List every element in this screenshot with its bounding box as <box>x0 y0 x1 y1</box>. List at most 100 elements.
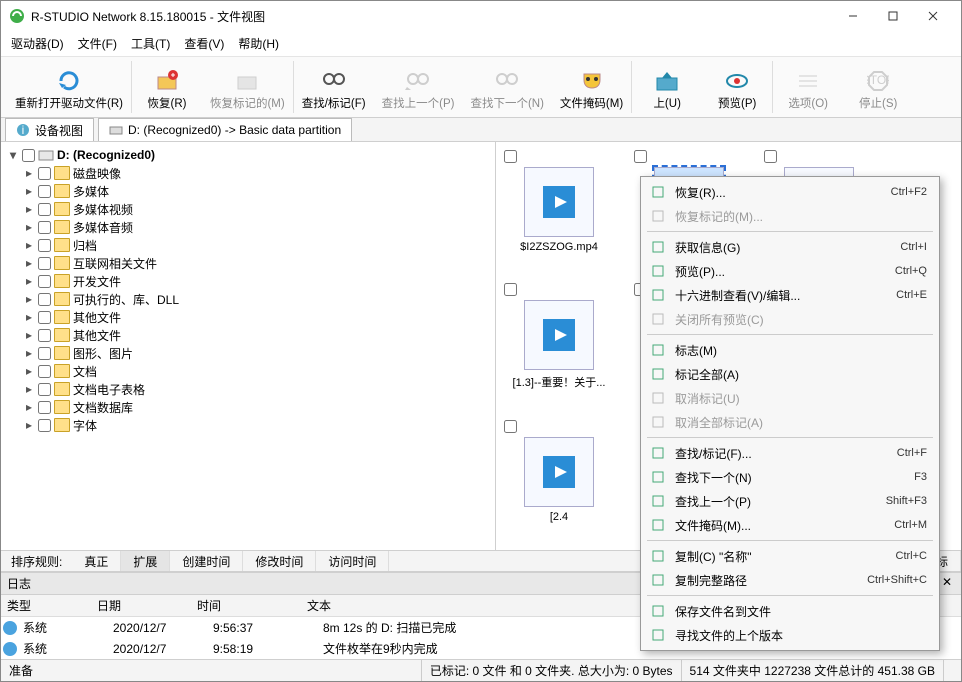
file-checkbox[interactable] <box>634 150 647 163</box>
sort-real[interactable]: 真正 <box>72 551 121 571</box>
file-checkbox[interactable] <box>504 283 517 296</box>
collapse-icon[interactable]: ▾ <box>7 148 19 162</box>
expand-icon[interactable]: ▸ <box>23 220 35 234</box>
tool-find-next[interactable]: 查找下一个(N) <box>462 61 551 113</box>
tree-checkbox[interactable] <box>38 275 51 288</box>
expand-icon[interactable]: ▸ <box>23 202 35 216</box>
tree-item[interactable]: ▸多媒体 <box>1 182 495 200</box>
expand-icon[interactable]: ▸ <box>23 328 35 342</box>
tree-checkbox[interactable] <box>22 149 35 162</box>
expand-icon[interactable]: ▸ <box>23 274 35 288</box>
folder-tree[interactable]: ▾ D: (Recognized0) ▸磁盘映像▸多媒体▸多媒体视频▸多媒体音频… <box>1 142 496 550</box>
tool-reopen[interactable]: 重新打开驱动文件(R) <box>7 61 131 113</box>
status-resize-grip[interactable] <box>943 660 961 681</box>
tool-stop[interactable]: STOP停止(S) <box>843 61 913 113</box>
expand-icon[interactable]: ▸ <box>23 238 35 252</box>
menu-view[interactable]: 查看(V) <box>184 35 224 52</box>
tree-checkbox[interactable] <box>38 311 51 324</box>
tree-checkbox[interactable] <box>38 239 51 252</box>
tool-find-prev[interactable]: 查找上一个(P) <box>374 61 463 113</box>
tree-item[interactable]: ▸多媒体视频 <box>1 200 495 218</box>
menu-item-find-prev[interactable]: 查找上一个(P)Shift+F3 <box>643 489 937 513</box>
menu-item-mark[interactable]: 标志(M) <box>643 338 937 362</box>
find-icon <box>649 446 667 460</box>
tree-root[interactable]: ▾ D: (Recognized0) <box>1 146 495 164</box>
expand-icon[interactable]: ▸ <box>23 382 35 396</box>
tool-mask[interactable]: 文件掩码(M) <box>552 61 631 113</box>
tree-checkbox[interactable] <box>38 329 51 342</box>
close-button[interactable] <box>913 2 953 30</box>
file-checkbox[interactable] <box>504 420 517 433</box>
menu-item-save[interactable]: 保存文件名到文件 <box>643 599 937 623</box>
expand-icon[interactable]: ▸ <box>23 292 35 306</box>
tree-checkbox[interactable] <box>38 185 51 198</box>
menu-item-find[interactable]: 查找/标记(F)...Ctrl+F <box>643 441 937 465</box>
expand-icon[interactable]: ▸ <box>23 166 35 180</box>
menu-file[interactable]: 文件(F) <box>78 35 117 52</box>
menu-item-mask[interactable]: 文件掩码(M)...Ctrl+M <box>643 513 937 537</box>
tree-checkbox[interactable] <box>38 203 51 216</box>
file-thumb[interactable]: [1.3]--重要！关于... <box>504 283 614 390</box>
menu-item-previous[interactable]: 寻找文件的上个版本 <box>643 623 937 647</box>
sort-ctime[interactable]: 创建时间 <box>170 551 243 571</box>
menu-help[interactable]: 帮助(H) <box>238 35 279 52</box>
expand-icon[interactable]: ▸ <box>23 418 35 432</box>
tree-item[interactable]: ▸其他文件 <box>1 326 495 344</box>
menu-item-mark-all[interactable]: 标记全部(A) <box>643 362 937 386</box>
tab-path[interactable]: D: (Recognized0) -> Basic data partition <box>98 118 352 141</box>
menu-item-find-next[interactable]: 查找下一个(N)F3 <box>643 465 937 489</box>
tree-item[interactable]: ▸可执行的、库、DLL <box>1 290 495 308</box>
tree-checkbox[interactable] <box>38 167 51 180</box>
tree-checkbox[interactable] <box>38 221 51 234</box>
tool-recover-marked[interactable]: 恢复标记的(M) <box>202 61 293 113</box>
tree-checkbox[interactable] <box>38 401 51 414</box>
expand-icon[interactable]: ▸ <box>23 364 35 378</box>
tree-item[interactable]: ▸图形、图片 <box>1 344 495 362</box>
tab-device-view[interactable]: i 设备视图 <box>5 118 94 141</box>
menu-item-copy-path[interactable]: 复制完整路径Ctrl+Shift+C <box>643 568 937 592</box>
tree-item[interactable]: ▸文档数据库 <box>1 398 495 416</box>
sort-ext[interactable]: 扩展 <box>121 551 170 571</box>
tool-preview[interactable]: 预览(P) <box>702 61 772 113</box>
expand-icon[interactable]: ▸ <box>23 184 35 198</box>
menu-item-copy[interactable]: 复制(C) "名称"Ctrl+C <box>643 544 937 568</box>
menu-tools[interactable]: 工具(T) <box>131 35 170 52</box>
tree-checkbox[interactable] <box>38 257 51 270</box>
tree-checkbox[interactable] <box>38 347 51 360</box>
menu-item-info[interactable]: 获取信息(G)Ctrl+I <box>643 235 937 259</box>
tree-item[interactable]: ▸开发文件 <box>1 272 495 290</box>
file-checkbox[interactable] <box>764 150 777 163</box>
file-checkbox[interactable] <box>504 150 517 163</box>
menu-item-hex[interactable]: 十六进制查看(V)/编辑...Ctrl+E <box>643 283 937 307</box>
tree-item[interactable]: ▸多媒体音频 <box>1 218 495 236</box>
tree-checkbox[interactable] <box>38 293 51 306</box>
tool-options[interactable]: 选项(O) <box>773 61 843 113</box>
expand-icon[interactable]: ▸ <box>23 256 35 270</box>
tree-checkbox[interactable] <box>38 383 51 396</box>
maximize-button[interactable] <box>873 2 913 30</box>
tree-item[interactable]: ▸文档电子表格 <box>1 380 495 398</box>
tree-item[interactable]: ▸互联网相关文件 <box>1 254 495 272</box>
menu-item-preview[interactable]: 预览(P)...Ctrl+Q <box>643 259 937 283</box>
file-thumb[interactable]: [2.4 <box>504 420 614 523</box>
expand-icon[interactable]: ▸ <box>23 346 35 360</box>
tree-checkbox[interactable] <box>38 419 51 432</box>
menu-drive[interactable]: 驱动器(D) <box>11 35 64 52</box>
tree-item[interactable]: ▸文档 <box>1 362 495 380</box>
tree-checkbox[interactable] <box>38 365 51 378</box>
menu-item-recover[interactable]: 恢复(R)...Ctrl+F2 <box>643 180 937 204</box>
tree-item[interactable]: ▸字体 <box>1 416 495 434</box>
file-thumb[interactable]: $I2ZSZOG.mp4 <box>504 150 614 253</box>
sort-atime[interactable]: 访问时间 <box>316 551 389 571</box>
minimize-button[interactable] <box>833 2 873 30</box>
tree-item[interactable]: ▸其他文件 <box>1 308 495 326</box>
tool-up[interactable]: 上(U) <box>632 61 702 113</box>
expand-icon[interactable]: ▸ <box>23 400 35 414</box>
log-close-button[interactable]: ✕ <box>939 575 955 592</box>
tool-recover[interactable]: 恢复(R) <box>132 61 202 113</box>
tree-item[interactable]: ▸磁盘映像 <box>1 164 495 182</box>
tool-find[interactable]: 查找/标记(F) <box>294 61 374 113</box>
tree-item[interactable]: ▸归档 <box>1 236 495 254</box>
expand-icon[interactable]: ▸ <box>23 310 35 324</box>
sort-mtime[interactable]: 修改时间 <box>243 551 316 571</box>
